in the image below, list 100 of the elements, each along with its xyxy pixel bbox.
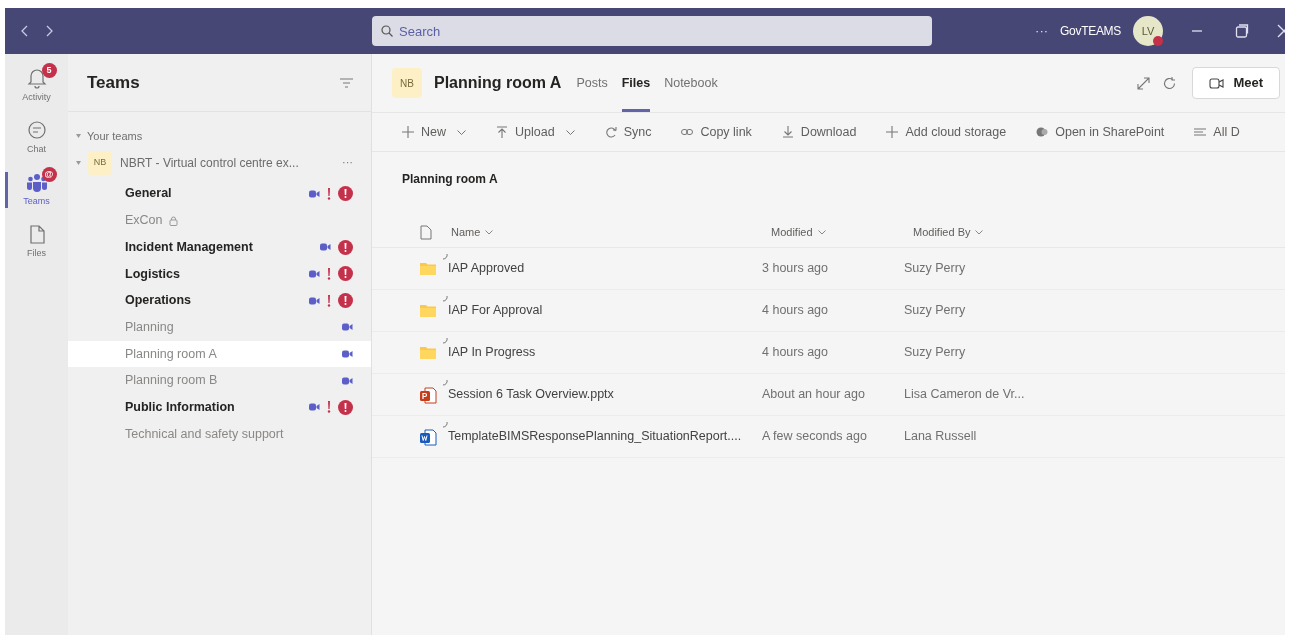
- search-icon: [381, 25, 393, 37]
- sync-status-icon: [442, 337, 448, 345]
- toolbar-button[interactable]: Download: [781, 122, 857, 142]
- rail-item[interactable]: Files: [5, 216, 68, 268]
- rail-label: Activity: [22, 90, 51, 104]
- toolbar-button[interactable]: All D: [1194, 122, 1240, 142]
- expand-icon[interactable]: [1137, 76, 1151, 90]
- file-name[interactable]: Session 6 Task Overview.pptx: [448, 385, 614, 404]
- toolbar-button[interactable]: Open in SharePoint: [1036, 122, 1165, 142]
- tab[interactable]: Notebook: [664, 54, 718, 112]
- notification-badge: 5: [41, 62, 57, 78]
- file-row[interactable]: IAP Approved 3 hours ago Suzy Perry: [372, 248, 1285, 290]
- list-icon: [1194, 126, 1207, 138]
- modified-date: A few seconds ago: [762, 428, 868, 446]
- file-type-icon: [420, 225, 432, 240]
- rail-item[interactable]: Chat: [5, 112, 68, 164]
- sharepoint-icon: [1036, 126, 1049, 138]
- tab[interactable]: Files: [621, 54, 651, 112]
- chevron-down-icon: [457, 129, 466, 135]
- more-button[interactable]: ···: [342, 154, 353, 171]
- file-row[interactable]: Session 6 Task Overview.pptx About an hour ago Lisa Cameron de Vr...: [372, 374, 1285, 416]
- column-header[interactable]: Modified By: [913, 224, 1113, 241]
- breadcrumb: Planning room A: [402, 171, 498, 188]
- file-name[interactable]: IAP Approved: [448, 259, 525, 278]
- video-icon: [1209, 76, 1226, 90]
- toolbar-button[interactable]: Sync: [604, 122, 652, 142]
- panel-title: Teams: [87, 71, 140, 94]
- modified-by: Lana Russell: [904, 428, 978, 446]
- meet-button[interactable]: Meet: [1192, 67, 1280, 99]
- team-avatar: NB: [88, 150, 112, 175]
- file-row[interactable]: TemplateBIMSResponsePlanning_SituationReport.... A few seconds ago Lana Russell: [372, 416, 1285, 458]
- plus-icon: [886, 126, 899, 138]
- team-name: NBRT - Virtual control centre ex...: [120, 154, 300, 172]
- sync-status-icon: [442, 253, 448, 261]
- modified-by: Suzy Perry: [904, 344, 967, 362]
- sync-icon: [604, 126, 617, 138]
- channel-item[interactable]: Public Information: [68, 394, 371, 421]
- channel-item[interactable]: Planning: [68, 313, 371, 341]
- team-row[interactable]: NB NBRT - Virtual control centre ex... ···: [68, 147, 371, 178]
- rail-item[interactable]: 5 Activity: [5, 60, 68, 112]
- modified-date: 3 hours ago: [762, 260, 830, 278]
- link-icon: [681, 126, 694, 138]
- search-field[interactable]: Search: [372, 16, 932, 46]
- channel-item[interactable]: Technical and safety support: [68, 420, 371, 448]
- channel-item[interactable]: Incident Management: [68, 233, 371, 261]
- sync-status-icon: [442, 421, 448, 429]
- chevron-down-icon: [485, 230, 494, 235]
- channel-title: Planning room A: [434, 73, 562, 93]
- toolbar-button[interactable]: Add cloud storage: [886, 122, 1007, 142]
- caret-icon[interactable]: [76, 160, 81, 165]
- rail-label: Chat: [27, 142, 46, 156]
- modified-by: Lisa Cameron de Vr...: [904, 386, 1026, 404]
- chevron-down-icon: [565, 129, 575, 135]
- org-name: GovTEAMS: [1060, 23, 1121, 40]
- channel-item[interactable]: Planning room A: [68, 340, 371, 368]
- sync-status-icon: [442, 295, 448, 303]
- column-header[interactable]: Modified: [771, 224, 913, 241]
- column-header[interactable]: Name: [451, 224, 771, 241]
- team-avatar: NB: [392, 68, 422, 98]
- modified-date: 4 hours ago: [762, 344, 830, 362]
- caret-icon[interactable]: [76, 134, 81, 139]
- chat-icon: [25, 119, 48, 142]
- presentation-icon: [419, 385, 437, 404]
- channel-item[interactable]: Logistics: [68, 260, 371, 288]
- maximize-icon[interactable]: [1235, 24, 1249, 38]
- channel-item[interactable]: Planning room B: [68, 367, 371, 394]
- forward-icon[interactable]: [44, 25, 53, 37]
- channel-item[interactable]: Operations: [68, 287, 371, 314]
- more-button[interactable]: ···: [1035, 21, 1049, 41]
- file-row[interactable]: IAP For Approval 4 hours ago Suzy Perry: [372, 290, 1285, 332]
- plus-icon: [402, 126, 414, 138]
- download-icon: [781, 126, 794, 138]
- rail-label: Files: [27, 246, 46, 260]
- file-name[interactable]: TemplateBIMSResponsePlanning_SituationReport....: [448, 427, 742, 446]
- modified-date: About an hour ago: [762, 386, 866, 404]
- file-row[interactable]: IAP In Progress 4 hours ago Suzy Perry: [372, 332, 1285, 374]
- chevron-down-icon: [975, 230, 984, 235]
- toolbar-button[interactable]: Copy link: [681, 122, 752, 142]
- notification-badge: @: [41, 166, 57, 182]
- rail-item[interactable]: @ Teams: [5, 164, 68, 216]
- tab[interactable]: Posts: [576, 54, 608, 112]
- document-icon: [419, 427, 437, 446]
- toolbar-button[interactable]: Upload: [496, 122, 575, 142]
- avatar[interactable]: LV: [1133, 16, 1163, 46]
- section-label: Your teams: [87, 129, 143, 144]
- back-icon[interactable]: [20, 25, 29, 37]
- file-name[interactable]: IAP In Progress: [448, 343, 536, 362]
- chevron-down-icon: [817, 230, 826, 235]
- rail-label: Teams: [23, 194, 50, 208]
- modified-by: Suzy Perry: [904, 260, 967, 278]
- channel-item[interactable]: ExCon: [68, 207, 371, 234]
- upload-icon: [496, 126, 508, 138]
- modified-by: Suzy Perry: [904, 302, 967, 320]
- refresh-icon[interactable]: [1162, 75, 1178, 91]
- file-name[interactable]: IAP For Approval: [448, 301, 543, 320]
- sync-status-icon: [442, 379, 448, 387]
- close-icon[interactable]: [1277, 24, 1285, 38]
- bell-icon: [25, 67, 48, 90]
- channel-item[interactable]: General: [68, 180, 371, 208]
- toolbar-button[interactable]: New: [402, 122, 466, 142]
